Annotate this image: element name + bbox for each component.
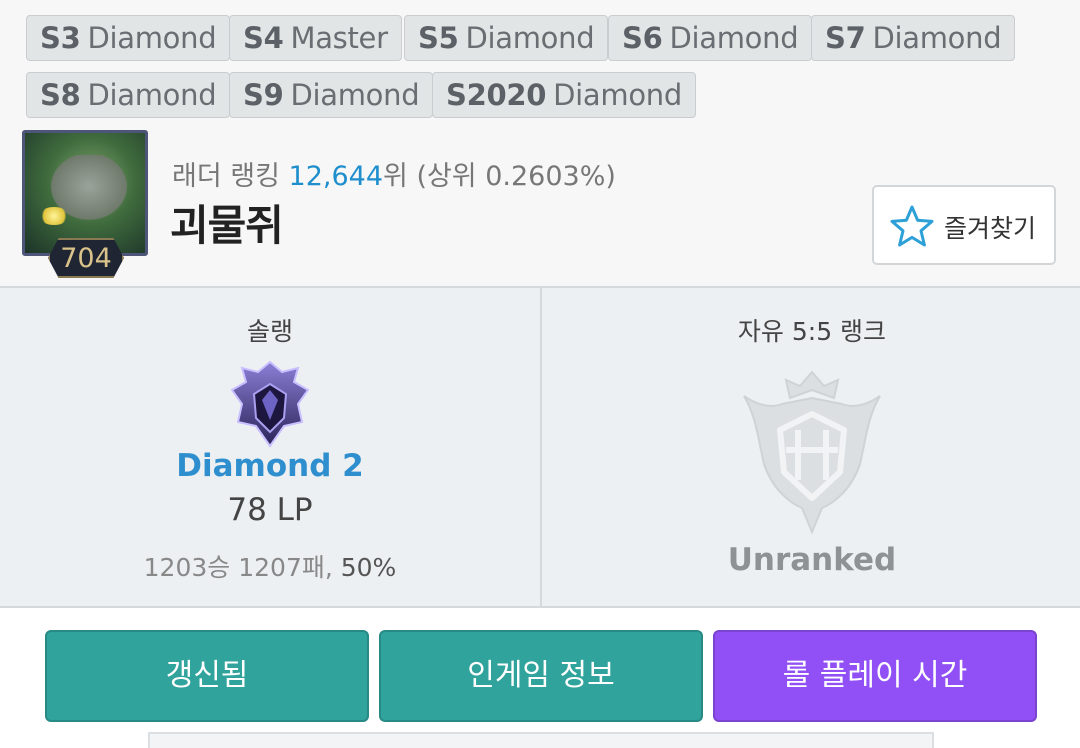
playtime-button[interactable]: 롤 플레이 시간 xyxy=(713,630,1037,722)
season-badge-s8: S8 Diamond xyxy=(26,72,231,118)
rank-section: 솔랭 Diamond 2 78 LP 1203승 1207패, 50% 자유 5… xyxy=(0,286,1080,608)
solo-win-rate: 50% xyxy=(340,553,397,582)
profile-icon-image xyxy=(22,130,148,256)
season-badge-s6: S6 Diamond xyxy=(608,15,813,61)
season-badge-s7: S7 Diamond xyxy=(811,15,1016,61)
next-section-edge xyxy=(148,732,934,748)
solo-rank-title: 솔랭 xyxy=(246,317,293,346)
solo-rank-lp: 78 LP xyxy=(227,492,313,528)
ladder-ranking: 래더 랭킹 12,644위 (상위 0.2603%) xyxy=(172,161,616,192)
season-badge-s2020: S2020 Diamond xyxy=(432,72,696,118)
season-badge-s4: S4 Master xyxy=(229,15,402,61)
ladder-rank-number[interactable]: 12,644 xyxy=(289,161,383,192)
flex-rank-tier: Unranked xyxy=(727,542,897,578)
flex-rank-card: 자유 5:5 랭크 Unranked xyxy=(542,288,1080,606)
solo-rank-tier: Diamond 2 xyxy=(176,448,364,484)
flex-rank-title: 자유 5:5 랭크 xyxy=(737,317,887,346)
favorite-label: 즐겨찾기 xyxy=(944,214,1037,243)
season-badge-s5: S5 Diamond xyxy=(404,15,609,61)
summoner-level: 704 xyxy=(48,238,124,278)
diamond-emblem-icon xyxy=(230,360,310,448)
ingame-info-button[interactable]: 인게임 정보 xyxy=(379,630,703,722)
solo-rank-record: 1203승 1207패, 50% xyxy=(143,553,397,582)
summoner-name: 괴물쥐 xyxy=(170,201,284,250)
season-badge-s9: S9 Diamond xyxy=(229,72,434,118)
profile-icon: 704 xyxy=(18,126,152,280)
favorite-button[interactable]: 즐겨찾기 xyxy=(872,185,1056,265)
star-outline-icon xyxy=(890,205,934,247)
season-badge-s3: S3 Diamond xyxy=(26,15,231,61)
profile-header: S3 Diamond S4 Master S5 Diamond S6 Diamond S… xyxy=(0,0,1080,286)
solo-rank-card: 솔랭 Diamond 2 78 LP 1203승 1207패, 50% xyxy=(0,288,540,606)
unranked-emblem-icon xyxy=(743,370,881,535)
refresh-button[interactable]: 갱신됨 xyxy=(45,630,369,722)
